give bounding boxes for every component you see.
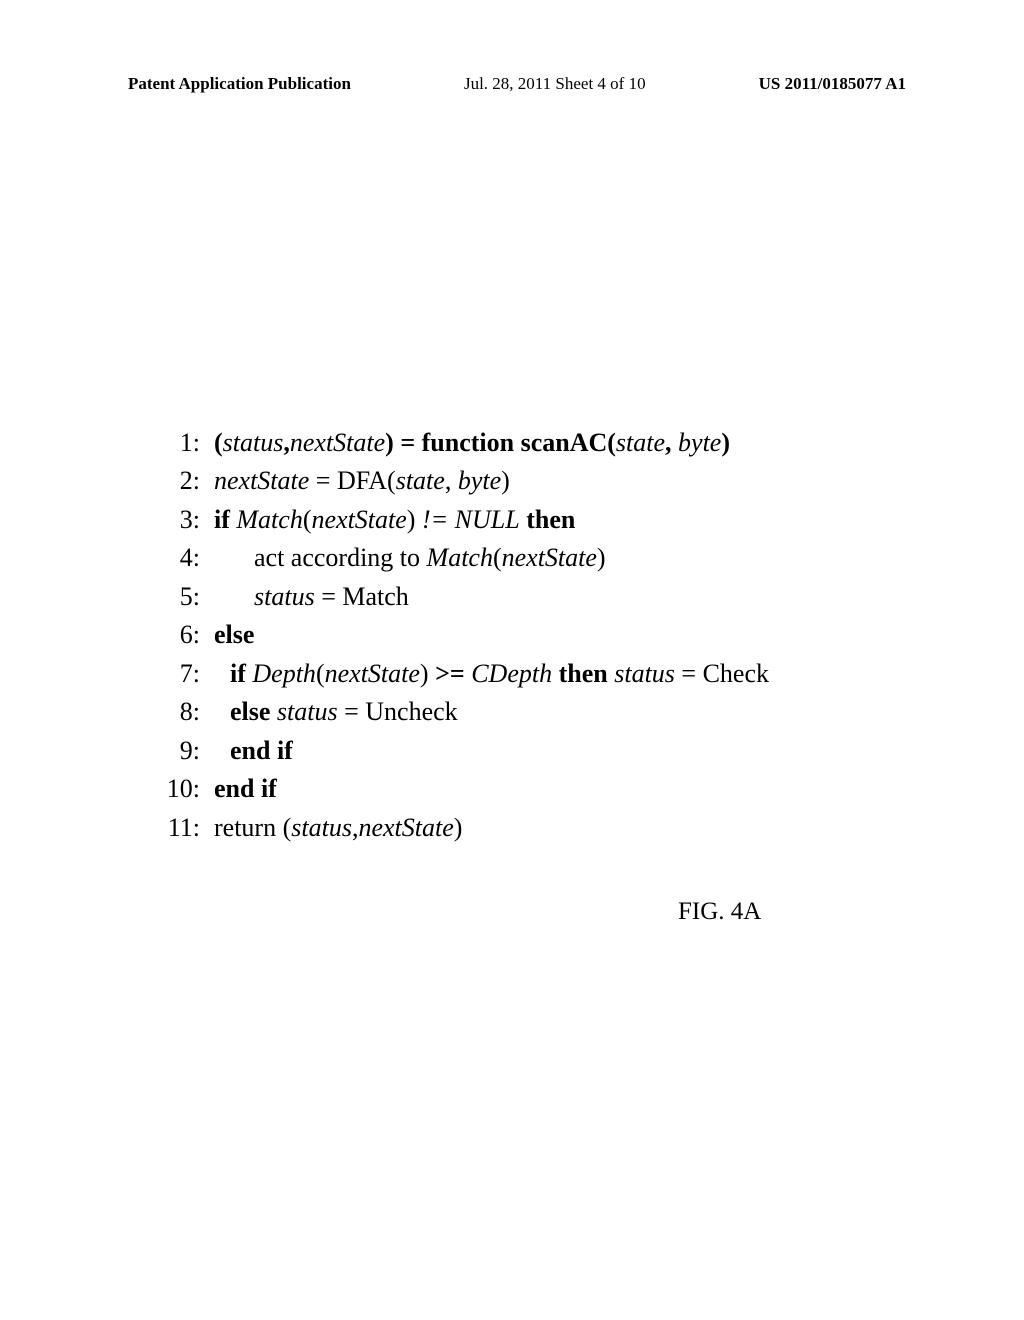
line-number: 3: <box>152 501 200 539</box>
algo-line-2: 2: nextState = DFA(state, byte) <box>152 462 769 500</box>
line-content: else status = Uncheck <box>214 693 458 731</box>
line-number: 11: <box>152 809 200 847</box>
line-number: 6: <box>152 616 200 654</box>
line-content: if Match(nextState) != NULL then <box>214 501 575 539</box>
algo-line-5: 5: status = Match <box>152 578 769 616</box>
line-content: status = Match <box>214 578 409 616</box>
line-content: end if <box>214 732 293 770</box>
algo-line-3: 3: if Match(nextState) != NULL then <box>152 501 769 539</box>
line-number: 10: <box>152 770 200 808</box>
line-content: nextState = DFA(state, byte) <box>214 462 510 500</box>
figure-caption: FIG. 4A <box>678 898 761 926</box>
algo-line-6: 6: else <box>152 616 769 654</box>
line-content: end if <box>214 770 277 808</box>
algo-line-10: 10: end if <box>152 770 769 808</box>
line-content: else <box>214 616 254 654</box>
algo-line-8: 8: else status = Uncheck <box>152 693 769 731</box>
line-number: 2: <box>152 462 200 500</box>
header-patent-number: US 2011/0185077 A1 <box>759 74 906 94</box>
line-content: act according to Match(nextState) <box>214 539 606 577</box>
algo-line-1: 1: (status,nextState) = function scanAC(… <box>152 424 769 462</box>
line-number: 7: <box>152 655 200 693</box>
header-sheet-info: Jul. 28, 2011 Sheet 4 of 10 <box>464 74 646 94</box>
header-publication: Patent Application Publication <box>128 74 351 94</box>
algo-line-9: 9: end if <box>152 732 769 770</box>
line-number: 8: <box>152 693 200 731</box>
algorithm-pseudocode: 1: (status,nextState) = function scanAC(… <box>152 424 769 847</box>
line-content: return (status,nextState) <box>214 809 462 847</box>
line-number: 4: <box>152 539 200 577</box>
algo-line-11: 11: return (status,nextState) <box>152 809 769 847</box>
algo-line-7: 7: if Depth(nextState) >= CDepth then st… <box>152 655 769 693</box>
line-number: 5: <box>152 578 200 616</box>
line-content: (status,nextState) = function scanAC(sta… <box>214 424 730 462</box>
page-header: Patent Application Publication Jul. 28, … <box>0 74 1024 94</box>
algo-line-4: 4: act according to Match(nextState) <box>152 539 769 577</box>
line-number: 9: <box>152 732 200 770</box>
line-number: 1: <box>152 424 200 462</box>
line-content: if Depth(nextState) >= CDepth then statu… <box>214 655 769 693</box>
